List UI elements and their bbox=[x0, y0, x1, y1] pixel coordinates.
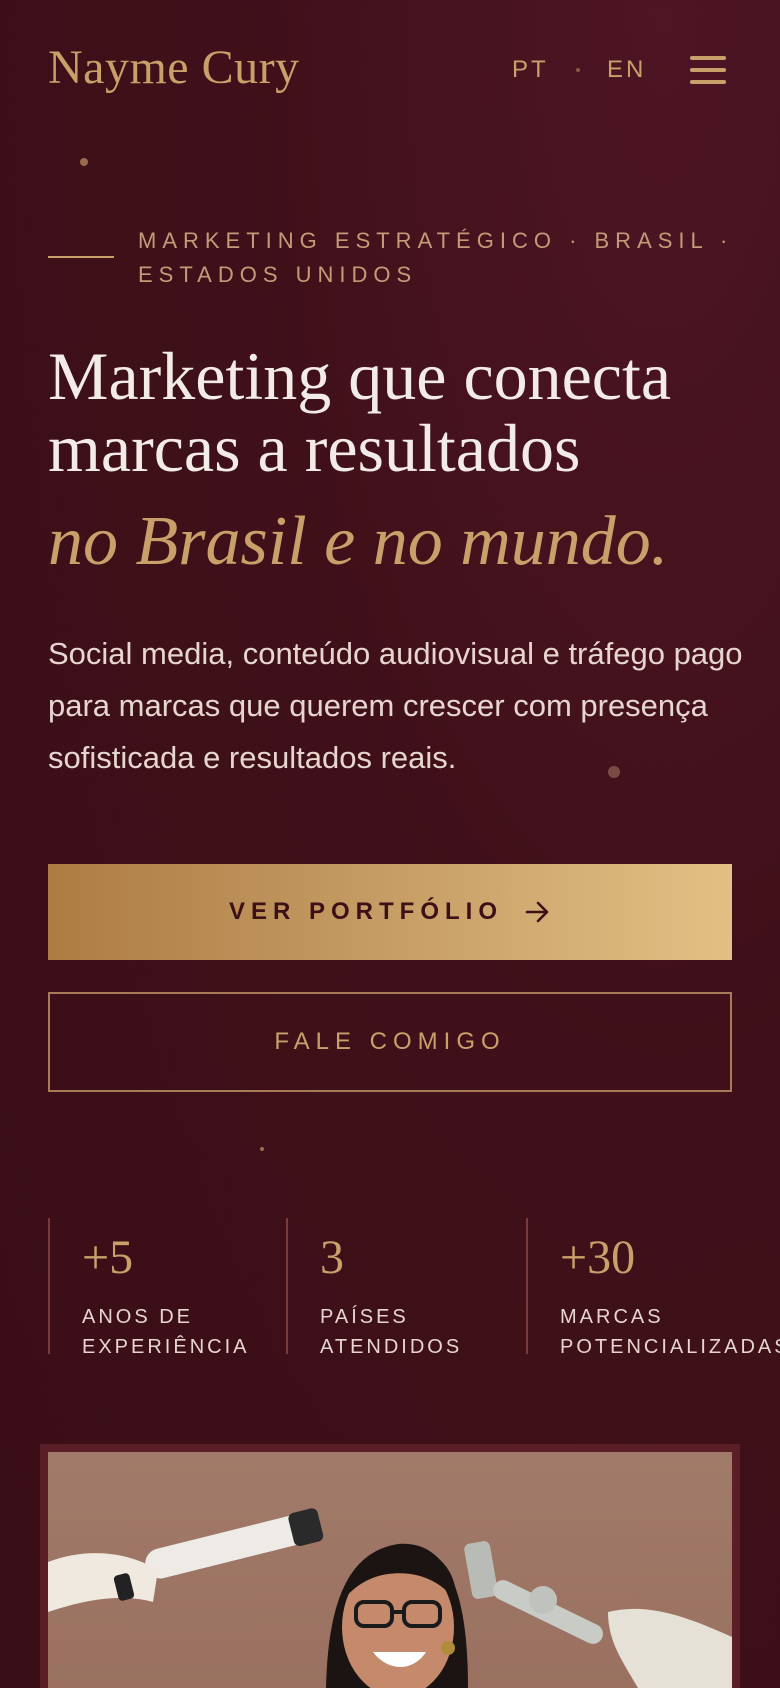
hero-headline-accent: no Brasil e no mundo. bbox=[48, 503, 669, 580]
stat-countries: 3 PAÍSES ATENDIDOS bbox=[286, 1218, 524, 1358]
hero-eyebrow: MARKETING ESTRATÉGICO · BRASIL · ESTADOS… bbox=[138, 228, 734, 287]
portrait-illustration bbox=[48, 1508, 732, 1688]
stat-label: PAÍSES ATENDIDOS bbox=[320, 1302, 524, 1362]
hero-headline: Marketing que conecta marcas a resultado… bbox=[48, 338, 672, 486]
decorative-sparkle bbox=[80, 158, 88, 166]
eyebrow-rule bbox=[48, 256, 114, 258]
stat-label: MARCAS POTENCIALIZADAS bbox=[560, 1302, 780, 1362]
portrait-photo bbox=[48, 1452, 732, 1688]
stat-label-line: PAÍSES bbox=[320, 1306, 409, 1328]
stat-label-line: ANOS DE bbox=[82, 1306, 194, 1328]
view-portfolio-label: VER PORTFÓLIO bbox=[228, 898, 503, 925]
site-header: Nayme Cury PT EN bbox=[0, 0, 780, 140]
stat-label-line: EXPERIÊNCIA bbox=[82, 1336, 250, 1358]
menu-bar bbox=[690, 80, 726, 84]
stat-years-experience: +5 ANOS DE EXPERIÊNCIA bbox=[48, 1218, 286, 1358]
stat-label-line: ATENDIDOS bbox=[320, 1336, 463, 1358]
hamburger-menu-icon[interactable] bbox=[690, 56, 726, 86]
stat-value: +30 bbox=[560, 1231, 636, 1284]
menu-bar bbox=[690, 56, 726, 60]
arrow-right-icon bbox=[525, 901, 549, 923]
stat-brands: +30 MARCAS POTENCIALIZADAS bbox=[526, 1218, 780, 1358]
contact-me-button[interactable]: FALE COMIGO bbox=[48, 992, 732, 1092]
stat-value: +5 bbox=[82, 1231, 134, 1284]
language-separator bbox=[576, 68, 580, 72]
menu-bar bbox=[690, 68, 726, 72]
stat-label-line: POTENCIALIZADAS bbox=[560, 1336, 780, 1358]
stat-value: 3 bbox=[320, 1231, 344, 1284]
language-pt-link[interactable]: PT bbox=[512, 58, 549, 82]
hero-description: Social media, conteúdo audiovisual e trá… bbox=[48, 636, 743, 775]
stats-row: +5 ANOS DE EXPERIÊNCIA 3 PAÍSES ATENDIDO… bbox=[48, 1218, 780, 1358]
stat-label: ANOS DE EXPERIÊNCIA bbox=[82, 1302, 286, 1362]
view-portfolio-button[interactable]: VER PORTFÓLIO bbox=[48, 864, 732, 960]
stat-label-line: MARCAS bbox=[560, 1306, 664, 1328]
contact-me-label: FALE COMIGO bbox=[274, 1028, 506, 1055]
brand-logo[interactable]: Nayme Cury bbox=[48, 44, 300, 92]
language-en-link[interactable]: EN bbox=[607, 58, 646, 82]
portrait-frame bbox=[40, 1444, 740, 1688]
decorative-sparkle bbox=[260, 1147, 264, 1151]
